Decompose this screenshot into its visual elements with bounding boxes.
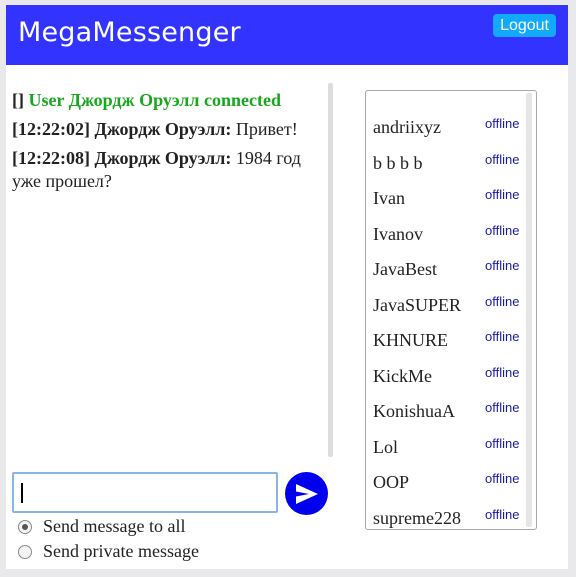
user-name: Ivan bbox=[373, 188, 405, 208]
send-to-all-label: Send message to all bbox=[43, 516, 186, 536]
user-status: offline bbox=[485, 471, 520, 486]
user-status: offline bbox=[485, 506, 520, 522]
user-name: JavaBest bbox=[373, 259, 437, 279]
user-name: KHNURE bbox=[373, 330, 448, 350]
chat-log: [] User Джордж Оруэлл connected [12:22:0… bbox=[12, 89, 322, 469]
user-name: b b b b bbox=[373, 152, 423, 173]
message-input[interactable] bbox=[12, 472, 278, 513]
users-list: andriixyz offline b b b b offline Ivan offl… bbox=[373, 111, 523, 530]
user-status: offline bbox=[485, 116, 520, 131]
send-arrow-icon bbox=[296, 484, 318, 504]
user-name: JavaSUPER bbox=[373, 294, 462, 315]
app-title: MegaMessenger bbox=[18, 17, 241, 48]
user-name: Lol bbox=[373, 436, 398, 457]
user-item[interactable]: OOP offline bbox=[373, 466, 523, 502]
message-time: [12:22:02] bbox=[12, 119, 90, 139]
message-author: Джордж Оруэлл: bbox=[94, 119, 232, 139]
users-scrollbar[interactable] bbox=[526, 93, 532, 527]
user-item[interactable]: Ivan offline bbox=[373, 182, 523, 218]
send-to-all-radio[interactable] bbox=[18, 519, 32, 534]
user-status: offline bbox=[485, 329, 520, 344]
user-name: andriixyz bbox=[373, 117, 441, 137]
user-status: offline bbox=[485, 222, 520, 238]
user-item[interactable]: Lol offline bbox=[373, 431, 523, 467]
user-item[interactable]: KHNURE offline bbox=[373, 324, 523, 360]
message-time: [12:22:08] bbox=[12, 148, 90, 168]
message-text: Привет! bbox=[235, 119, 298, 139]
user-name: supreme228 bbox=[373, 507, 461, 528]
send-private-option[interactable]: Send private message bbox=[18, 541, 199, 562]
user-status: offline bbox=[485, 151, 520, 167]
chat-message: [12:22:02] Джордж Оруэлл: Привет! bbox=[12, 118, 322, 141]
user-name: OOP bbox=[373, 472, 410, 492]
user-status: offline bbox=[485, 293, 520, 309]
user-item[interactable]: b b b b offline bbox=[373, 147, 523, 183]
chat-message: [12:22:08] Джордж Оруэлл: 1984 год уже п… bbox=[12, 147, 322, 193]
user-item[interactable]: JavaSUPER offline bbox=[373, 289, 523, 325]
send-button[interactable] bbox=[285, 472, 328, 515]
user-status: offline bbox=[485, 187, 520, 202]
system-message-bracket: [] bbox=[12, 90, 24, 110]
user-status: offline bbox=[485, 400, 520, 415]
logout-button[interactable]: Logout bbox=[493, 14, 556, 37]
users-panel: andriixyz offline b b b b offline Ivan offl… bbox=[365, 90, 537, 530]
user-status: offline bbox=[485, 435, 520, 451]
message-author: Джордж Оруэлл: bbox=[94, 148, 232, 168]
user-item[interactable]: KickMe offline bbox=[373, 360, 523, 396]
user-item[interactable]: Ivanov offline bbox=[373, 218, 523, 254]
user-name: Ivanov bbox=[373, 223, 423, 244]
send-to-all-option[interactable]: Send message to all bbox=[18, 516, 185, 537]
system-message: [] User Джордж Оруэлл connected bbox=[12, 89, 322, 112]
user-status: offline bbox=[485, 258, 520, 273]
app-header: MegaMessenger Logout bbox=[6, 5, 568, 65]
user-item[interactable]: supreme228 offline bbox=[373, 502, 523, 530]
send-private-radio[interactable] bbox=[18, 544, 32, 559]
user-item[interactable]: JavaBest offline bbox=[373, 253, 523, 289]
chat-scrollbar[interactable] bbox=[328, 83, 333, 457]
user-item[interactable]: KonishuaA offline bbox=[373, 395, 523, 431]
user-name: KonishuaA bbox=[373, 401, 455, 421]
main-panel: [] User Джордж Оруэлл connected [12:22:0… bbox=[6, 65, 568, 569]
user-status: offline bbox=[485, 364, 520, 380]
text-cursor bbox=[21, 483, 23, 503]
send-private-label: Send private message bbox=[43, 541, 199, 561]
user-name: KickMe bbox=[373, 365, 432, 386]
system-message-text: User Джордж Оруэлл connected bbox=[28, 90, 281, 110]
user-item[interactable]: andriixyz offline bbox=[373, 111, 523, 147]
